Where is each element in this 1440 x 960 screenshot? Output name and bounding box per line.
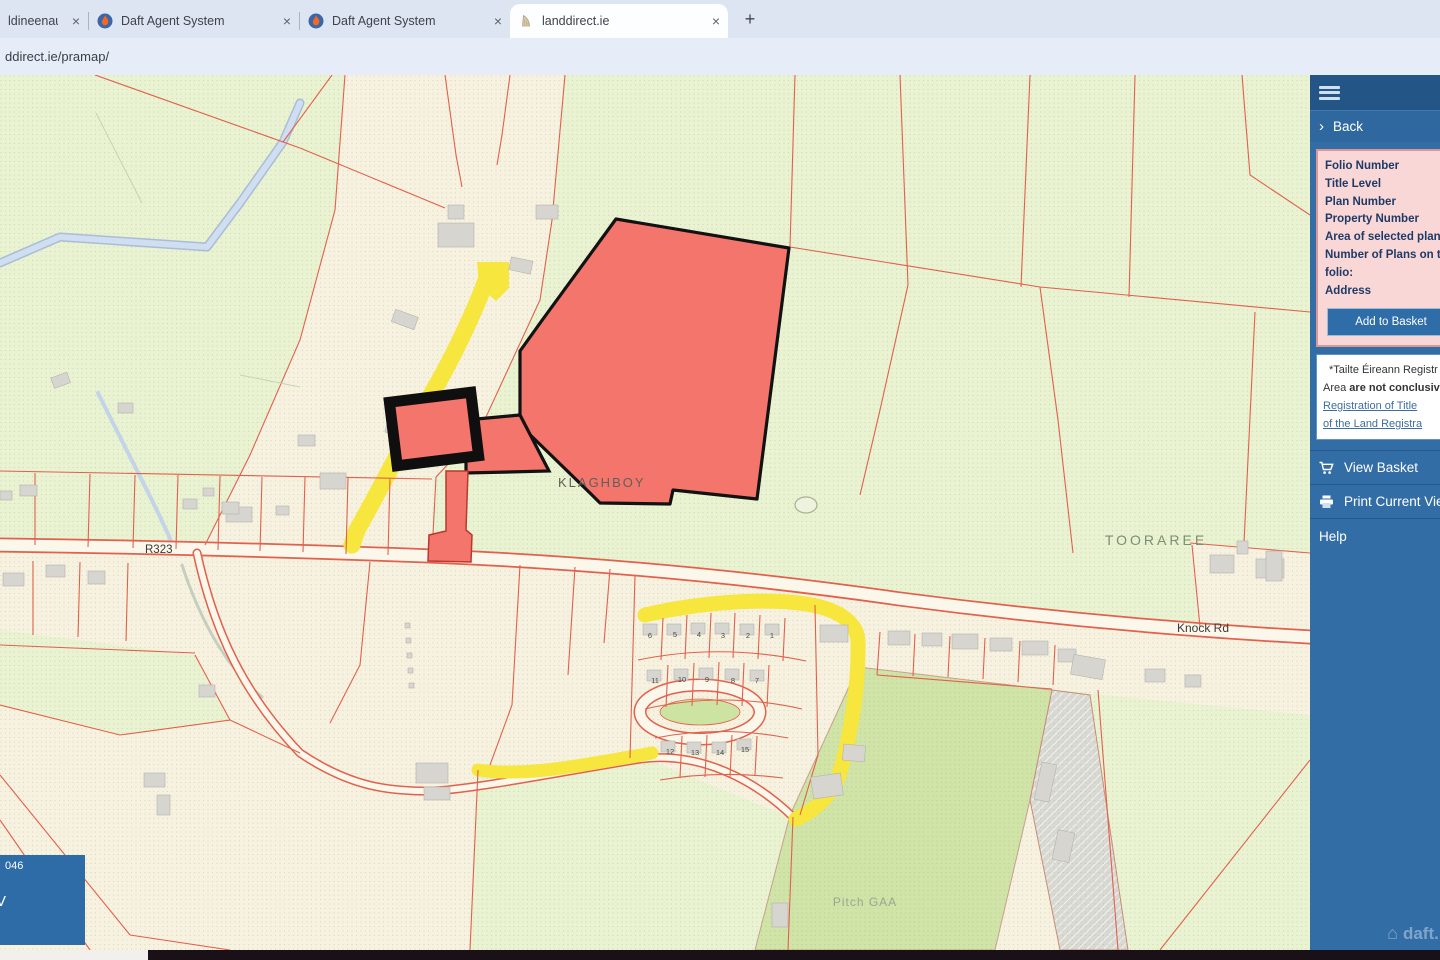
registration-of-title-link[interactable]: Registration of Title [1323, 397, 1440, 415]
map-sidebar: › Back Folio Number Title Level Plan Num… [1310, 75, 1440, 950]
tooltip-partial-text: V [0, 893, 6, 910]
pond [795, 497, 817, 513]
bottom-edge-light-segment [0, 950, 148, 960]
plot-number: 15 [741, 745, 749, 754]
new-tab-button[interactable]: + [736, 5, 764, 33]
pitch-label: Pitch GAA [833, 895, 897, 909]
print-current-view-button[interactable]: Print Current View [1310, 484, 1440, 518]
plot-number: 11 [651, 676, 659, 685]
land-registry-link[interactable]: of the Land Registra [1323, 415, 1440, 433]
townland-label-tooraree: TOORAREE [1105, 532, 1207, 548]
tab-daft-agent-1[interactable]: Daft Agent System × [89, 4, 299, 38]
plot-number: 4 [697, 630, 701, 639]
registry-notice-panel: *Tailte Éireann Registr Area are not con… [1316, 354, 1440, 441]
plot-number: 9 [705, 675, 709, 684]
add-to-basket-button[interactable]: Add to Basket [1327, 308, 1440, 336]
harp-favicon-icon [518, 13, 534, 29]
url-text: ddirect.ie/pramap/ [5, 49, 109, 64]
tab-title: Daft Agent System [332, 14, 436, 28]
plot-number: 2 [746, 631, 750, 640]
notice-line-1: *Tailte Éireann Registr [1323, 361, 1440, 379]
folio-row: Folio Number [1325, 158, 1440, 176]
folio-row: Property Number [1325, 211, 1440, 229]
folio-row: Plan Number [1325, 194, 1440, 212]
sidebar-header [1310, 75, 1440, 110]
browser-tab-bar: ldineenauct × Daft Agent System × Daft A… [0, 0, 1440, 38]
daft-logo-text: daft.ie [1403, 924, 1440, 944]
folio-row: Address [1325, 283, 1440, 301]
plot-number: 13 [691, 748, 699, 757]
back-button[interactable]: › Back [1310, 110, 1440, 142]
daft-favicon-icon [308, 13, 324, 29]
folio-tooltip-popup[interactable]: 046 V [0, 855, 85, 945]
folio-row: Title Level [1325, 176, 1440, 194]
tooltip-folio-text: 046 [5, 860, 23, 872]
view-basket-button[interactable]: View Basket [1310, 450, 1440, 484]
print-label: Print Current View [1344, 494, 1440, 509]
chevron-right-icon: › [1319, 118, 1324, 135]
plot-number: 12 [666, 747, 674, 756]
basket-icon [1319, 461, 1334, 475]
plot-number: 14 [716, 748, 724, 757]
tab-close-icon[interactable]: × [698, 13, 720, 29]
address-bar[interactable]: ddirect.ie/pramap/ [0, 38, 1440, 75]
tab-close-icon[interactable]: × [269, 13, 291, 29]
plot-number: 3 [721, 631, 725, 640]
townland-label-klaghboy: KLAGHBOY [558, 475, 646, 490]
folio-info-panel: Folio Number Title Level Plan Number Pro… [1316, 149, 1440, 347]
daft-logo: ⌂ daft.ie [1387, 923, 1440, 944]
tab-landdirect-active[interactable]: landdirect.ie × [510, 4, 728, 38]
tab-daft-agent-2[interactable]: Daft Agent System × [300, 4, 510, 38]
selected-plan-square [389, 392, 478, 466]
road-label-r323: R323 [145, 544, 173, 556]
tab-cut-left[interactable]: ldineenauct × [0, 4, 88, 38]
menu-icon[interactable] [1319, 83, 1340, 102]
notice-line-2: Area are not conclusiv [1323, 379, 1440, 397]
tab-title: ldineenauct [8, 14, 58, 28]
dot-texture [0, 75, 1310, 950]
tab-close-icon[interactable]: × [58, 13, 80, 29]
house-icon: ⌂ [1387, 923, 1398, 944]
plot-number: 5 [673, 630, 677, 639]
land-registry-map[interactable]: R323 TOORAREE Knock Rd KLAGHBOY Pitch GA… [0, 75, 1310, 950]
printer-icon [1319, 495, 1334, 509]
tab-title: Daft Agent System [121, 14, 225, 28]
back-label: Back [1333, 119, 1363, 134]
tab-close-icon[interactable]: × [480, 13, 502, 29]
plot-number: 10 [678, 675, 686, 684]
road-label-knock-rd: Knock Rd [1177, 621, 1229, 635]
bottom-edge-strip [0, 950, 1440, 960]
help-button[interactable]: Help [1310, 518, 1440, 554]
view-basket-label: View Basket [1344, 460, 1418, 475]
plot-number: 7 [755, 676, 759, 685]
daft-favicon-icon [97, 13, 113, 29]
plot-number: 6 [648, 631, 652, 640]
folio-row: Number of Plans on this folio: [1325, 247, 1440, 283]
plot-number: 1 [770, 631, 774, 640]
plot-number: 8 [731, 676, 735, 685]
estate-green-oval [660, 699, 740, 725]
tab-title: landdirect.ie [542, 14, 609, 28]
folio-row: Area of selected plans [1325, 229, 1440, 247]
